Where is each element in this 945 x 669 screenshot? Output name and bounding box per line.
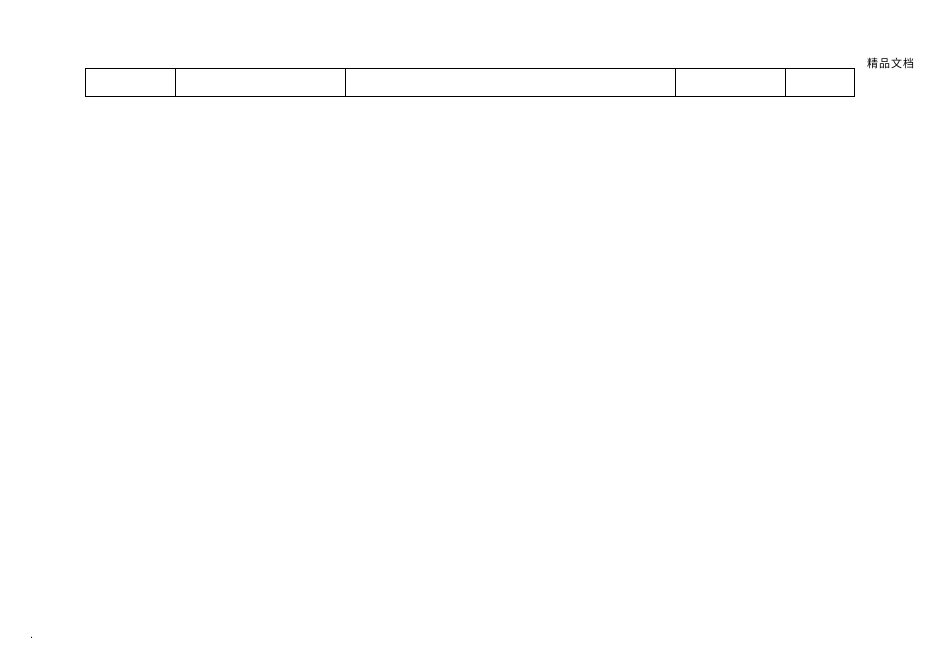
table-cell bbox=[175, 69, 345, 97]
table-cell bbox=[785, 69, 854, 97]
table-cell bbox=[345, 69, 675, 97]
content-table bbox=[85, 68, 855, 97]
footer-mark: . bbox=[30, 629, 33, 641]
content-table-container bbox=[85, 68, 855, 97]
table-row bbox=[86, 69, 855, 97]
table-cell bbox=[675, 69, 785, 97]
table-cell bbox=[86, 69, 176, 97]
page-watermark: 精品文档 bbox=[867, 55, 915, 71]
